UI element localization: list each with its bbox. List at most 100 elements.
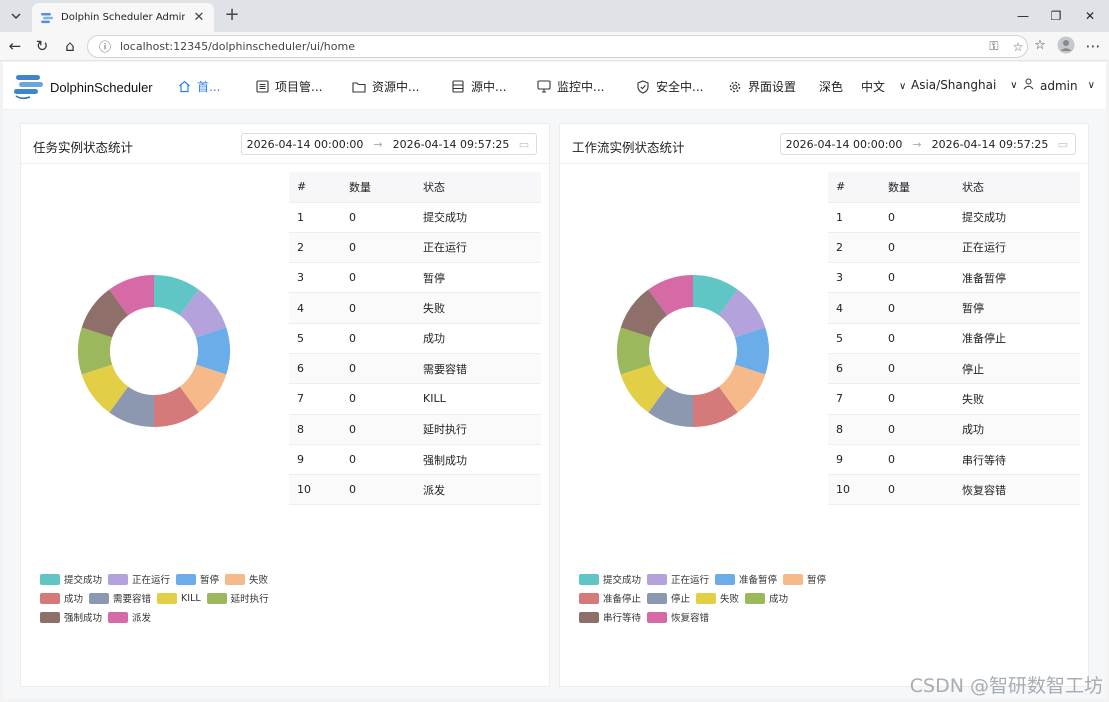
app-page: DolphinScheduler 首... 项目管... 资源中... 源中..…: [3, 62, 1106, 699]
date-start[interactable]: 2026-04-14 00:00:00: [242, 138, 368, 151]
nav-item-project[interactable]: 项目管...: [255, 78, 322, 95]
table-cell-count: 0: [880, 202, 954, 233]
tab-list-button[interactable]: [5, 5, 27, 27]
legend-item[interactable]: 暂停: [176, 573, 219, 586]
close-window-icon[interactable]: ✕: [1080, 6, 1100, 26]
card-title: 任务实例状态统计: [33, 140, 134, 155]
table-cell-state: 停止: [954, 353, 1080, 385]
legend-item[interactable]: 延时执行: [206, 592, 269, 605]
legend-label: 串行等待: [603, 613, 642, 624]
nav-item-monitor[interactable]: 监控中...: [537, 78, 604, 95]
chevron-down-icon: ∨: [899, 81, 907, 92]
legend-label: KILL: [181, 592, 201, 604]
legend-item[interactable]: 派发: [108, 611, 151, 624]
legend-item[interactable]: 成功: [745, 592, 788, 605]
legend-item[interactable]: 需要容错: [89, 592, 151, 605]
legend-item[interactable]: 成功: [40, 592, 83, 605]
user-menu[interactable]: admin ∨: [1023, 78, 1095, 93]
more-menu-icon[interactable]: ⋯: [1083, 36, 1103, 56]
legend-swatch: [40, 573, 60, 585]
table-cell-state: 需要容错: [415, 353, 541, 385]
table-cell-count: 0: [341, 474, 415, 506]
task-chart-legend: 提交成功 正在运行 暂停 失败成功 需要容错 KILL 延时执行强制成功 派发: [40, 573, 300, 624]
legend-item[interactable]: 恢复容错: [647, 611, 710, 624]
date-range-picker[interactable]: 2026-04-14 00:00:00 → 2026-04-14 09:57:2…: [780, 133, 1076, 155]
table-cell-count: 0: [341, 353, 415, 385]
table-row: 7 0 失败: [828, 383, 1080, 415]
restore-icon[interactable]: ❐: [1046, 6, 1066, 26]
browser-tab[interactable]: Dolphin Scheduler Admin ✕: [32, 3, 214, 32]
date-end[interactable]: 2026-04-14 09:57:25: [388, 138, 514, 151]
legend-label: 正在运行: [132, 575, 171, 586]
favorites-icon[interactable]: ☆: [1030, 36, 1050, 56]
url-field[interactable]: ⓘ localhost:12345/dolphinscheduler/ui/ho…: [87, 35, 1028, 58]
legend-item[interactable]: KILL: [157, 592, 201, 604]
calendar-icon[interactable]: ▭: [1053, 138, 1073, 151]
legend-item[interactable]: 失败: [225, 573, 268, 586]
nav-item-resource[interactable]: 资源中...: [352, 78, 419, 95]
legend-swatch: [108, 611, 129, 623]
info-icon[interactable]: ⓘ: [96, 38, 114, 55]
legend-item[interactable]: 正在运行: [647, 573, 709, 586]
table-cell-idx: 1: [289, 202, 341, 233]
table-cell-state: 失败: [415, 292, 541, 324]
legend-item[interactable]: 正在运行: [108, 573, 171, 586]
key-icon[interactable]: ⚿: [985, 39, 1003, 54]
legend-item[interactable]: 提交成功: [40, 573, 102, 586]
minimize-icon[interactable]: —: [1013, 6, 1033, 26]
new-tab-button[interactable]: +: [222, 5, 242, 25]
legend-item[interactable]: 串行等待: [579, 611, 642, 624]
table-row: 9 0 串行等待: [828, 444, 1080, 476]
table-cell-count: 0: [880, 262, 954, 294]
column-header: 数量: [880, 172, 954, 203]
task-instance-card: 任务实例状态统计 2026-04-14 00:00:00 → 2026-04-1…: [20, 123, 550, 687]
legend-label: 失败: [720, 594, 740, 605]
legend-item[interactable]: 准备暂停: [715, 573, 777, 586]
profile-avatar-icon[interactable]: [1056, 36, 1076, 56]
legend-swatch: [579, 573, 599, 585]
back-icon[interactable]: ←: [5, 36, 25, 56]
legend-item[interactable]: 提交成功: [579, 573, 641, 586]
table-cell-idx: 3: [828, 262, 880, 294]
table-cell-idx: 10: [828, 474, 880, 506]
table-cell-state: 成功: [954, 414, 1080, 445]
workflow-state-table: # 数量 状态 1 0 提交成功 2 0 正在运行 3 0 准备暂停 4 0 暂停 5 0 准备停止 6 0 停止…: [828, 172, 1080, 506]
date-range-picker[interactable]: 2026-04-14 00:00:00 → 2026-04-14 09:57:2…: [241, 133, 537, 155]
theme-toggle[interactable]: 深色: [819, 78, 843, 95]
reload-icon[interactable]: ↻: [32, 36, 52, 56]
table-cell-idx: 5: [289, 323, 341, 354]
nav-item-label: 监控中...: [557, 80, 605, 94]
legend-item[interactable]: 强制成功: [40, 611, 102, 624]
table-cell-count: 0: [341, 444, 415, 476]
workflow-instance-card: 工作流实例状态统计 2026-04-14 00:00:00 → 2026-04-…: [559, 123, 1089, 687]
table-row: 7 0 KILL: [289, 383, 541, 415]
table-cell-idx: 8: [828, 414, 880, 445]
favorite-star-icon[interactable]: ☆: [1009, 40, 1027, 54]
nav-item-ui-settings[interactable]: 界面设置: [728, 78, 796, 95]
column-header: 数量: [341, 172, 415, 203]
legend-swatch: [225, 573, 246, 585]
date-start[interactable]: 2026-04-14 00:00:00: [781, 138, 907, 151]
nav-item-security[interactable]: 安全中...: [636, 78, 703, 95]
legend-item[interactable]: 失败: [696, 592, 740, 605]
timezone-select[interactable]: Asia/Shanghai ∨: [911, 78, 1018, 92]
date-end[interactable]: 2026-04-14 09:57:25: [927, 138, 1053, 151]
app-logo[interactable]: DolphinScheduler: [12, 72, 153, 102]
legend-label: 恢复容错: [671, 613, 710, 624]
legend-item[interactable]: 停止: [647, 592, 690, 605]
language-select[interactable]: 中文 ∨: [861, 78, 906, 95]
task-state-table: # 数量 状态 1 0 提交成功 2 0 正在运行 3 0 暂停 4 0 失败 5 0 成功 6 0 需要容错 7 0…: [289, 172, 541, 506]
home-browser-icon[interactable]: ⌂: [60, 36, 80, 56]
table-cell-state: 恢复容错: [954, 474, 1080, 506]
calendar-icon[interactable]: ▭: [514, 138, 534, 151]
table-cell-count: 0: [341, 292, 415, 324]
legend-item[interactable]: 准备停止: [579, 592, 641, 605]
legend-item[interactable]: 暂停: [783, 573, 826, 586]
nav-item-datasource[interactable]: 源中...: [451, 78, 506, 95]
table-cell-count: 0: [341, 414, 415, 445]
table-cell-idx: 4: [828, 292, 880, 324]
legend-swatch: [696, 592, 717, 604]
close-tab-icon[interactable]: ✕: [192, 10, 206, 25]
nav-item-home[interactable]: 首...: [177, 78, 220, 95]
table-cell-state: 成功: [415, 323, 541, 354]
